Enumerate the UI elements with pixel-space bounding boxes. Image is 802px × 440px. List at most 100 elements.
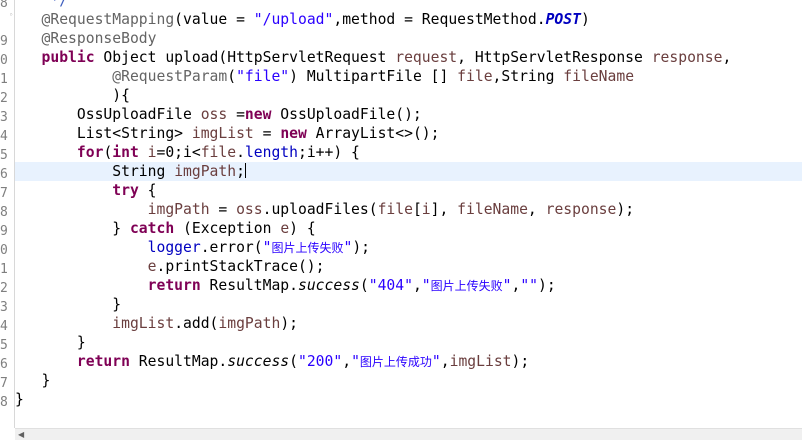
parameter: file bbox=[457, 68, 493, 85]
code-text: , bbox=[722, 49, 732, 66]
code-line: return ResultMap.success("200","图片上传成功",… bbox=[15, 352, 802, 371]
local-variable: imgList bbox=[112, 315, 175, 332]
code-line: OssUploadFile oss =new OssUploadFile(); bbox=[15, 105, 802, 124]
keyword: return bbox=[147, 277, 201, 294]
field: logger bbox=[147, 239, 201, 256]
parameter: fileName bbox=[563, 68, 635, 85]
code-text: ( bbox=[289, 353, 298, 370]
code-line: for(int i=0;i<file.length;i++) { bbox=[15, 143, 802, 162]
enum-constant: POST bbox=[545, 11, 581, 28]
code-text: } bbox=[112, 296, 122, 313]
parameter: fileName bbox=[457, 201, 528, 218]
code-line: imgList.add(imgPath); bbox=[15, 314, 802, 333]
code-text: , bbox=[342, 353, 352, 370]
code-text: ) bbox=[580, 11, 590, 28]
code-text: ( bbox=[103, 144, 113, 161]
parameter: response bbox=[545, 201, 617, 218]
text-cursor bbox=[244, 163, 246, 178]
code-text: OssUploadFile bbox=[76, 106, 201, 123]
code-line: logger.error("图片上传失败"); bbox=[15, 238, 802, 257]
line-number: 3 bbox=[0, 300, 8, 315]
line-number: 7 bbox=[0, 376, 8, 391]
code-line: public Object upload(HttpServletRequest … bbox=[15, 48, 802, 67]
code-text: ); bbox=[352, 239, 370, 256]
field: length bbox=[244, 144, 298, 161]
line-number-gutter: 8 ◦ 9 0 1 2 3 4 5 6 7 8 9 0 1 2 3 4 5 6 … bbox=[0, 0, 15, 428]
current-code-line: String imgPath; bbox=[15, 162, 802, 181]
line-number: 5 bbox=[0, 148, 8, 163]
code-text: =0;i< bbox=[156, 144, 201, 161]
code-text: ,String bbox=[492, 68, 564, 85]
code-text: ) bbox=[289, 68, 298, 85]
string-literal: "" bbox=[520, 277, 539, 294]
code-text: [ bbox=[412, 201, 422, 218]
local-variable: i bbox=[421, 201, 431, 218]
code-text: } bbox=[112, 220, 130, 237]
code-text: Object upload(HttpServletRequest bbox=[94, 49, 396, 66]
code-text: ResultMap. bbox=[129, 353, 228, 370]
string-literal: 图片上传失败 bbox=[430, 279, 503, 293]
line-number: 0 bbox=[0, 53, 8, 68]
code-text: , HttpServletResponse bbox=[457, 49, 652, 66]
code-text: ); bbox=[538, 277, 556, 294]
code-line: e.printStackTrace(); bbox=[15, 257, 802, 276]
static-method: success bbox=[227, 353, 290, 370]
local-variable: oss bbox=[236, 201, 263, 218]
code-line: } catch (Exception e) { bbox=[15, 219, 802, 238]
code-text: ResultMap. bbox=[200, 277, 298, 294]
code-text: ; bbox=[236, 163, 245, 180]
annotation: @RequestParam bbox=[112, 68, 228, 85]
horizontal-scrollbar[interactable]: ◀ bbox=[15, 428, 802, 440]
code-line: */ bbox=[15, 0, 802, 10]
keyword: int bbox=[112, 144, 139, 161]
line-number: 7 bbox=[0, 186, 8, 201]
code-line: @RequestParam("file") MultipartFile [] f… bbox=[15, 67, 802, 86]
code-line: } bbox=[15, 390, 802, 409]
code-text: } bbox=[76, 334, 86, 351]
code-text: ); bbox=[511, 353, 530, 370]
line-number: 1 bbox=[0, 262, 8, 277]
code-text: List<String> bbox=[76, 125, 192, 142]
line-number: 4 bbox=[0, 129, 8, 144]
code-text: . bbox=[236, 144, 245, 161]
line-number: 4 bbox=[0, 319, 8, 334]
parameter: file bbox=[200, 144, 237, 161]
code-text: MultipartFile [] bbox=[298, 68, 458, 85]
line-number: 8 bbox=[0, 395, 8, 410]
code-line: } bbox=[15, 371, 802, 390]
string-literal: "404" bbox=[368, 277, 413, 294]
parameter: request bbox=[395, 49, 458, 66]
line-number: 3 bbox=[0, 110, 8, 125]
line-number: 1 bbox=[0, 72, 8, 87]
code-text: OssUploadFile(); bbox=[271, 106, 422, 123]
line-number: 8 bbox=[0, 205, 8, 220]
code-line: @RequestMapping(value = "/upload",method… bbox=[15, 10, 802, 29]
line-number: 6 bbox=[0, 167, 8, 182]
code-text: , bbox=[412, 277, 422, 294]
code-editor[interactable]: */ @RequestMapping(value = "/upload",met… bbox=[15, 0, 802, 428]
keyword: public bbox=[41, 49, 95, 66]
scroll-left-arrow-icon[interactable]: ◀ bbox=[18, 430, 24, 439]
code-text: ) { bbox=[289, 220, 316, 237]
code-text: .uploadFiles( bbox=[262, 201, 378, 218]
code-text: ); bbox=[616, 201, 635, 218]
keyword: new bbox=[280, 125, 307, 142]
line-number: 0 bbox=[0, 243, 8, 258]
code-text: ], bbox=[430, 201, 458, 218]
annotation: @ResponseBody bbox=[41, 30, 157, 47]
keyword: new bbox=[244, 106, 272, 123]
keyword: return bbox=[76, 353, 130, 370]
local-variable: i bbox=[138, 144, 157, 161]
line-number: 9 bbox=[0, 34, 8, 49]
code-text: ( bbox=[227, 68, 237, 85]
keyword: catch bbox=[129, 220, 175, 237]
code-line: } bbox=[15, 295, 802, 314]
local-variable: e bbox=[280, 220, 290, 237]
static-method: success bbox=[297, 277, 360, 294]
code-text: .error( bbox=[200, 239, 263, 256]
code-text: } bbox=[15, 391, 24, 408]
code-text: .printStackTrace(); bbox=[156, 258, 325, 275]
code-text: ;i++) { bbox=[298, 144, 360, 161]
code-text: ,method = RequestMethod. bbox=[333, 11, 546, 28]
line-number: 2 bbox=[0, 281, 8, 296]
